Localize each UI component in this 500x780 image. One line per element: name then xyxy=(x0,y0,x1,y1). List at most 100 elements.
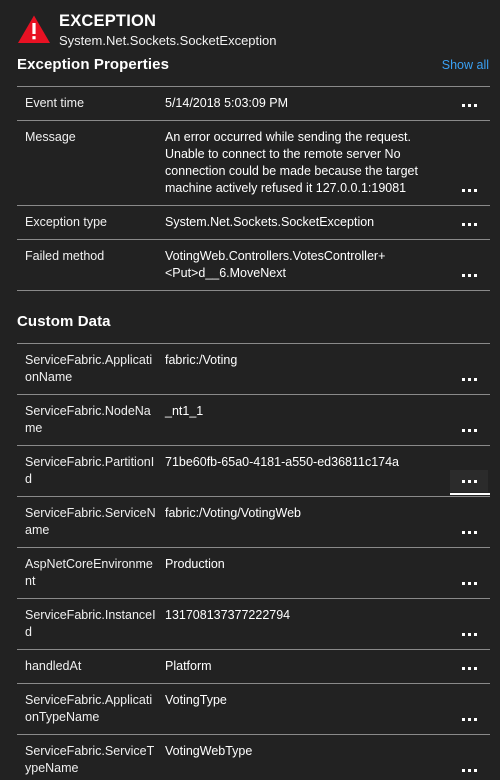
exception-properties-section: Exception Properties Show all Event time… xyxy=(0,56,500,291)
row-context-menu-button[interactable] xyxy=(450,572,488,594)
ellipsis-dot xyxy=(467,581,471,585)
ellipsis-dot xyxy=(461,632,465,636)
row-context-menu-button[interactable] xyxy=(450,179,488,201)
row-context-menu-button[interactable] xyxy=(450,419,488,441)
ellipsis-dot xyxy=(467,222,471,226)
property-key: ServiceFabric.PartitionId xyxy=(25,455,155,486)
exception-header: EXCEPTION System.Net.Sockets.SocketExcep… xyxy=(0,0,500,56)
ellipsis-dot xyxy=(473,581,477,585)
exception-subtitle: System.Net.Sockets.SocketException xyxy=(59,33,277,48)
table-row: ServiceFabric.ApplicationTypeName Voting… xyxy=(17,684,490,735)
property-value: fabric:/Voting xyxy=(165,353,238,367)
property-value: VotingWebType xyxy=(165,744,253,758)
property-value: fabric:/Voting/VotingWeb xyxy=(165,506,301,520)
ellipsis-dot xyxy=(467,717,471,721)
ellipsis-dot xyxy=(461,188,465,192)
property-key: ServiceFabric.NodeName xyxy=(25,404,151,435)
ellipsis-dot xyxy=(473,273,477,277)
ellipsis-dot xyxy=(467,530,471,534)
ellipsis-dot xyxy=(473,103,477,107)
property-value: VotingType xyxy=(165,693,227,707)
property-key: handledAt xyxy=(25,659,82,673)
row-context-menu-button[interactable] xyxy=(450,623,488,645)
exception-properties-header: Exception Properties Show all xyxy=(0,56,500,86)
ellipsis-dot xyxy=(473,717,477,721)
row-context-menu-button[interactable] xyxy=(450,521,488,543)
table-row: Exception type System.Net.Sockets.Socket… xyxy=(17,206,490,240)
table-row: Message An error occurred while sending … xyxy=(17,121,490,206)
property-key: ServiceFabric.ApplicationTypeName xyxy=(25,693,153,724)
table-row: Event time 5/14/2018 5:03:09 PM xyxy=(17,87,490,121)
property-value: 71be60fb-65a0-4181-a550-ed36811c174a xyxy=(165,455,400,469)
exception-details-panel: EXCEPTION System.Net.Sockets.SocketExcep… xyxy=(0,0,500,780)
property-value: An error occurred while sending the requ… xyxy=(165,130,418,195)
table-row: handledAt Platform xyxy=(17,650,490,684)
property-key: Message xyxy=(25,130,76,144)
ellipsis-dot xyxy=(461,530,465,534)
custom-data-table: ServiceFabric.ApplicationName fabric:/Vo… xyxy=(17,343,490,780)
ellipsis-dot xyxy=(461,666,465,670)
exception-properties-table: Event time 5/14/2018 5:03:09 PM Message … xyxy=(17,86,490,291)
ellipsis-dot xyxy=(461,428,465,432)
table-row: ServiceFabric.InstanceId 131708137377222… xyxy=(17,599,490,650)
ellipsis-dot xyxy=(467,377,471,381)
property-key: ServiceFabric.ServiceTypeName xyxy=(25,744,155,775)
property-value: Platform xyxy=(165,659,212,673)
ellipsis-dot xyxy=(473,666,477,670)
ellipsis-dot xyxy=(461,377,465,381)
exception-properties-title: Exception Properties xyxy=(17,56,170,73)
ellipsis-dot xyxy=(461,479,465,483)
property-key: Event time xyxy=(25,96,85,110)
exception-header-text: EXCEPTION System.Net.Sockets.SocketExcep… xyxy=(59,11,276,50)
table-row: AspNetCoreEnvironment Production xyxy=(17,548,490,599)
property-key: ServiceFabric.InstanceId xyxy=(25,608,156,639)
table-row: ServiceFabric.PartitionId 71be60fb-65a0-… xyxy=(17,446,490,497)
property-value: _nt1_1 xyxy=(165,404,204,418)
ellipsis-dot xyxy=(461,717,465,721)
property-key: Failed method xyxy=(25,249,105,263)
ellipsis-dot xyxy=(467,103,471,107)
ellipsis-dot xyxy=(473,377,477,381)
ellipsis-dot xyxy=(461,222,465,226)
ellipsis-dot xyxy=(473,768,477,772)
property-key: ServiceFabric.ApplicationName xyxy=(25,353,153,384)
ellipsis-dot xyxy=(461,273,465,277)
ellipsis-dot xyxy=(467,632,471,636)
ellipsis-dot xyxy=(473,632,477,636)
property-key: ServiceFabric.ServiceName xyxy=(25,506,156,537)
ellipsis-dot xyxy=(467,666,471,670)
table-row: ServiceFabric.ApplicationName fabric:/Vo… xyxy=(17,344,490,395)
row-context-menu-button[interactable] xyxy=(450,368,488,390)
row-context-menu-button[interactable] xyxy=(450,708,488,730)
property-value: VotingWeb.Controllers.VotesController+<P… xyxy=(165,249,386,280)
table-row: Failed method VotingWeb.Controllers.Vote… xyxy=(17,240,490,291)
table-row: ServiceFabric.ServiceName fabric:/Voting… xyxy=(17,497,490,548)
row-context-menu-button[interactable] xyxy=(450,759,488,780)
ellipsis-dot xyxy=(473,222,477,226)
table-row: ServiceFabric.NodeName _nt1_1 xyxy=(17,395,490,446)
property-value: 131708137377222794 xyxy=(165,608,291,622)
ellipsis-dot xyxy=(473,188,477,192)
ellipsis-dot xyxy=(467,428,471,432)
row-context-menu-button[interactable] xyxy=(450,213,488,235)
ellipsis-dot xyxy=(473,428,477,432)
ellipsis-dot xyxy=(473,479,477,483)
ellipsis-dot xyxy=(461,768,465,772)
row-context-menu-button[interactable] xyxy=(450,657,488,679)
ellipsis-dot xyxy=(467,273,471,277)
ellipsis-dot xyxy=(461,581,465,585)
ellipsis-dot xyxy=(467,479,471,483)
table-row: ServiceFabric.ServiceTypeName VotingWebT… xyxy=(17,735,490,780)
exception-title: EXCEPTION xyxy=(59,12,157,30)
ellipsis-dot xyxy=(473,530,477,534)
ellipsis-dot xyxy=(467,188,471,192)
property-value: Production xyxy=(165,557,225,571)
show-all-link[interactable]: Show all xyxy=(442,58,489,72)
row-context-menu-button[interactable] xyxy=(450,94,488,116)
custom-data-title: Custom Data xyxy=(17,313,111,330)
row-context-menu-button[interactable] xyxy=(450,264,488,286)
property-key: AspNetCoreEnvironment xyxy=(25,557,153,588)
row-context-menu-button[interactable] xyxy=(450,470,490,495)
property-key: Exception type xyxy=(25,215,107,229)
